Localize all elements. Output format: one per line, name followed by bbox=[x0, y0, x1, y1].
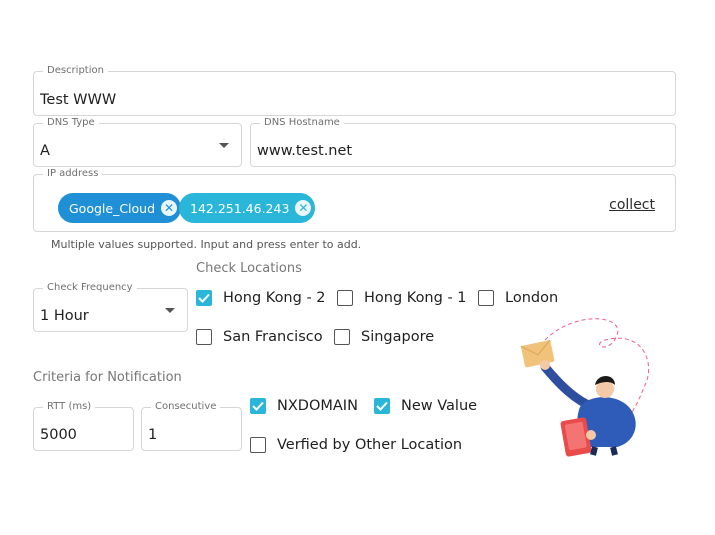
criteria-title: Criteria for Notification bbox=[33, 370, 182, 385]
dns-type-label: DNS Type bbox=[43, 117, 99, 129]
person-with-tablet-illustration bbox=[520, 318, 650, 457]
checkbox-label: San Francisco bbox=[223, 329, 323, 345]
checkbox-label: Verfied by Other Location bbox=[277, 437, 463, 453]
ip-address-label: IP address bbox=[43, 168, 103, 180]
checkbox-label: Hong Kong - 2 bbox=[223, 290, 326, 306]
checkbox-icon[interactable] bbox=[337, 290, 353, 306]
dns-type-select[interactable]: DNS Type A bbox=[33, 117, 242, 167]
checkbox-icon[interactable] bbox=[478, 290, 494, 306]
consecutive-value: 1 bbox=[148, 427, 158, 443]
rtt-value: 5000 bbox=[40, 427, 77, 443]
option-checkbox-new-value[interactable]: New Value bbox=[374, 398, 477, 414]
dns-hostname-value: www.test.net bbox=[257, 143, 353, 159]
dns-hostname-label: DNS Hostname bbox=[260, 117, 344, 129]
checkbox-checked-icon[interactable] bbox=[196, 290, 212, 306]
checkbox-label: Hong Kong - 1 bbox=[364, 290, 467, 306]
checkbox-icon[interactable] bbox=[196, 329, 212, 345]
ip-address-helper-text: Multiple values supported. Input and pre… bbox=[51, 238, 362, 251]
check-frequency-label: Check Frequency bbox=[43, 282, 137, 294]
location-checkbox-san-francisco[interactable]: San Francisco bbox=[196, 329, 323, 345]
checkbox-label: NXDOMAIN bbox=[277, 398, 358, 414]
checkbox-label: New Value bbox=[401, 398, 478, 414]
consecutive-field[interactable]: Consecutive 1 bbox=[141, 401, 242, 451]
check-frequency-value: 1 Hour bbox=[40, 308, 89, 324]
description-label: Description bbox=[43, 65, 108, 77]
location-checkbox-singapore[interactable]: Singapore bbox=[334, 329, 434, 345]
chevron-down-icon bbox=[165, 308, 175, 313]
option-checkbox-verified-by-other-location[interactable]: Verfied by Other Location bbox=[250, 437, 462, 453]
dns-hostname-field[interactable]: DNS Hostname www.test.net bbox=[250, 117, 676, 167]
checkbox-checked-icon[interactable] bbox=[374, 398, 390, 414]
rtt-label: RTT (ms) bbox=[43, 401, 96, 413]
option-checkbox-nxdomain[interactable]: NXDOMAIN bbox=[250, 398, 358, 414]
description-value: Test WWW bbox=[40, 92, 117, 108]
location-checkbox-hong-kong-1[interactable]: Hong Kong - 1 bbox=[337, 290, 467, 306]
consecutive-label: Consecutive bbox=[151, 401, 221, 413]
ip-chip-google-cloud[interactable]: Google_Cloud ✕ bbox=[58, 193, 182, 223]
ip-chip-address[interactable]: 142.251.46.243 ✕ bbox=[179, 193, 316, 223]
dns-type-value: A bbox=[40, 143, 50, 159]
check-frequency-select[interactable]: Check Frequency 1 Hour bbox=[33, 282, 188, 332]
chip-label: Google_Cloud bbox=[69, 200, 156, 216]
collect-link[interactable]: collect bbox=[609, 197, 655, 213]
ip-address-field[interactable]: IP address Google_Cloud ✕ 142.251.46.243… bbox=[33, 168, 676, 232]
location-checkbox-london[interactable]: London bbox=[478, 290, 558, 306]
checkbox-checked-icon[interactable] bbox=[250, 398, 266, 414]
rtt-field[interactable]: RTT (ms) 5000 bbox=[33, 401, 134, 451]
location-checkbox-hong-kong-2[interactable]: Hong Kong - 2 bbox=[196, 290, 326, 306]
checkbox-icon[interactable] bbox=[334, 329, 350, 345]
chevron-down-icon bbox=[219, 143, 229, 148]
checkbox-icon[interactable] bbox=[250, 437, 266, 453]
description-field[interactable]: Description Test WWW bbox=[33, 65, 676, 116]
check-locations-title: Check Locations bbox=[196, 261, 302, 276]
checkbox-label: Singapore bbox=[361, 329, 435, 345]
chip-label: 142.251.46.243 bbox=[190, 200, 290, 216]
close-icon[interactable]: ✕ bbox=[295, 200, 312, 216]
close-icon[interactable]: ✕ bbox=[161, 200, 178, 216]
checkbox-label: London bbox=[505, 290, 559, 306]
